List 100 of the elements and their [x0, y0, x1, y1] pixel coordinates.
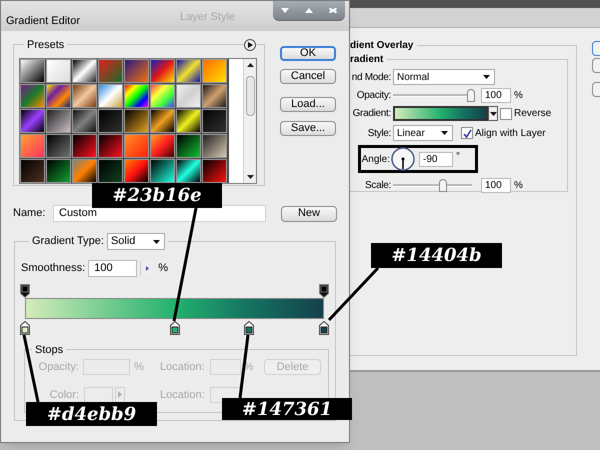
preset-swatch[interactable]	[202, 59, 227, 83]
field-label: Location:	[160, 388, 205, 402]
preset-swatch[interactable]	[20, 59, 45, 83]
gradient-dropdown-button[interactable]	[488, 106, 498, 121]
slider[interactable]	[393, 89, 475, 102]
field-label: Angle:	[361, 152, 390, 166]
dialog-button[interactable]: Load...	[280, 97, 336, 112]
close-icon	[328, 7, 338, 14]
dialog-button[interactable]: Cancel	[280, 69, 336, 84]
play-icon	[248, 42, 252, 48]
caret-icon	[152, 240, 160, 244]
opacity-field[interactable]	[83, 359, 130, 376]
color-callout: #147361	[222, 398, 352, 420]
preset-swatch[interactable]	[124, 59, 149, 83]
number-field[interactable]: 100	[481, 88, 511, 103]
scrollbar[interactable]	[243, 59, 256, 183]
preset-swatch[interactable]	[98, 59, 123, 83]
opacity-stop[interactable]	[319, 284, 329, 298]
preset-swatch[interactable]	[98, 159, 123, 183]
preset-swatch[interactable]	[176, 159, 201, 183]
preset-swatch[interactable]	[72, 159, 97, 183]
preset-swatch[interactable]	[20, 159, 45, 183]
check-icon	[462, 128, 472, 138]
style-dropdown[interactable]: Linear	[393, 125, 453, 141]
preset-swatch[interactable]	[150, 59, 175, 83]
scroll-up-icon	[246, 63, 254, 67]
unit-label: %	[514, 89, 523, 103]
field-label: Location:	[160, 360, 205, 375]
preset-swatch[interactable]	[124, 159, 149, 183]
preset-swatch[interactable]	[176, 84, 201, 108]
scroll-thumb[interactable]	[246, 76, 254, 116]
preset-swatch[interactable]	[98, 84, 123, 108]
preset-swatch[interactable]	[150, 84, 175, 108]
color-stop[interactable]	[170, 321, 180, 335]
preset-swatch[interactable]	[202, 134, 227, 158]
preset-swatch[interactable]	[150, 109, 175, 133]
color-stop[interactable]	[319, 321, 329, 335]
preset-swatch[interactable]	[20, 134, 45, 158]
preset-swatch[interactable]	[124, 134, 149, 158]
leader-line	[328, 266, 380, 322]
play-icon	[118, 391, 122, 398]
preset-swatch[interactable]	[98, 109, 123, 133]
preset-swatch[interactable]	[20, 84, 45, 108]
number-field[interactable]: 100	[481, 178, 511, 193]
number-field[interactable]: -90	[419, 152, 453, 166]
blend-mode-dropdown[interactable]: Normal	[393, 69, 495, 85]
collapse-button[interactable]	[273, 1, 297, 21]
preset-swatch[interactable]	[46, 134, 71, 158]
color-swatch[interactable]	[84, 386, 113, 403]
opacity-stop[interactable]	[20, 284, 30, 298]
caret-icon	[490, 112, 496, 116]
color-callout: #d4ebb9	[26, 402, 157, 426]
preset-swatch[interactable]	[176, 109, 201, 133]
smoothness-field[interactable]: 100	[88, 260, 138, 277]
preset-swatch[interactable]	[202, 109, 227, 133]
checkbox[interactable]	[461, 127, 473, 139]
caret-icon	[441, 131, 448, 135]
field-label: nd Mode:	[350, 70, 391, 84]
slider[interactable]	[393, 179, 472, 192]
angle-dial[interactable]	[391, 147, 415, 171]
preset-swatch[interactable]	[72, 109, 97, 133]
field-label: Style:	[366, 126, 391, 140]
section-title: dient Overlay	[350, 38, 418, 53]
preset-swatch[interactable]	[150, 134, 175, 158]
preset-swatch[interactable]	[72, 59, 97, 83]
color-stop[interactable]	[20, 321, 30, 335]
preset-swatch[interactable]	[72, 134, 97, 158]
color-callout: #23b16e	[92, 183, 222, 208]
gradient-swatch[interactable]	[393, 106, 488, 121]
gradient-type-dropdown[interactable]: Solid	[106, 233, 165, 250]
preset-swatch[interactable]	[150, 159, 175, 183]
preset-swatch[interactable]	[46, 109, 71, 133]
location-field[interactable]	[210, 359, 241, 376]
color-stop[interactable]	[244, 321, 254, 335]
preset-swatch[interactable]	[176, 134, 201, 158]
slider-thumb[interactable]	[439, 179, 448, 192]
scroll-down-icon	[246, 175, 254, 179]
new-button[interactable]: New	[281, 206, 337, 222]
preset-swatch[interactable]	[176, 59, 201, 83]
field-label: Scale:	[364, 179, 391, 193]
preset-swatch[interactable]	[124, 109, 149, 133]
dialog-button[interactable]: OK	[280, 46, 336, 61]
checkbox[interactable]	[500, 108, 512, 120]
field-label: Opacity:	[356, 89, 391, 103]
preset-swatch[interactable]	[202, 159, 227, 183]
preset-swatch[interactable]	[46, 59, 71, 83]
dialog-button[interactable]: Save...	[280, 121, 336, 136]
presets-menu-button[interactable]	[244, 39, 256, 51]
preset-swatch[interactable]	[202, 84, 227, 108]
preset-swatch[interactable]	[46, 159, 71, 183]
unit-label: %	[158, 261, 168, 276]
play-icon	[146, 266, 149, 271]
preset-swatch[interactable]	[124, 84, 149, 108]
preset-swatch[interactable]	[46, 84, 71, 108]
preset-swatch[interactable]	[72, 84, 97, 108]
slider-thumb[interactable]	[467, 89, 475, 102]
close-button[interactable]	[321, 1, 345, 21]
preset-swatch[interactable]	[20, 109, 45, 133]
unit-label: %	[134, 360, 144, 375]
preset-swatch[interactable]	[98, 134, 123, 158]
